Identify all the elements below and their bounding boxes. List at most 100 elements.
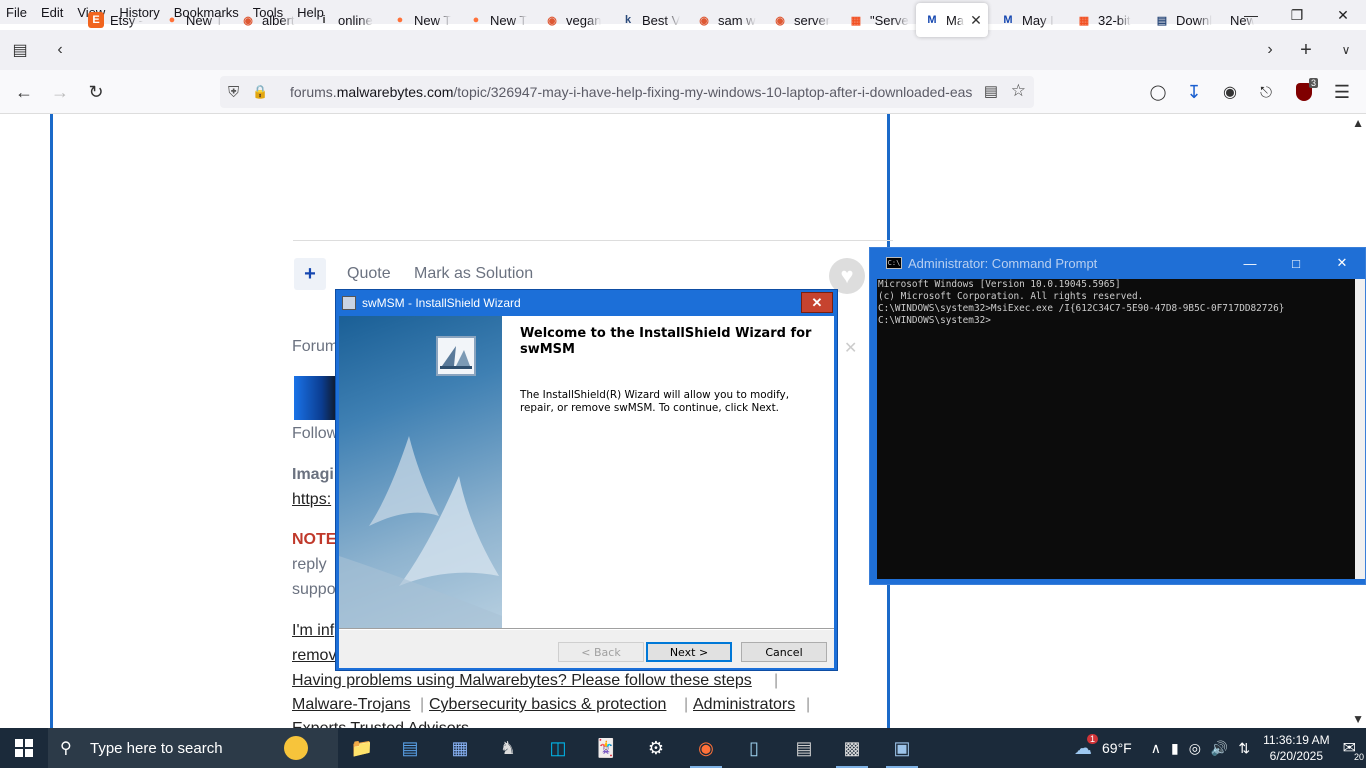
tab[interactable]: ● New T xyxy=(384,2,456,38)
reader-view-icon[interactable]: ▤ xyxy=(984,82,998,100)
windows-icon: ▦ xyxy=(850,14,862,27)
cybersecurity-basics-link[interactable]: Cybersecurity basics & protection xyxy=(429,696,666,714)
menu-edit[interactable]: Edit xyxy=(35,5,71,20)
tab[interactable]: ▦ "Serve xyxy=(840,2,912,38)
maximize-icon[interactable]: □ xyxy=(1273,248,1319,278)
tracking-protection-icon[interactable]: ⛨ xyxy=(228,84,248,101)
malware-trojans-link[interactable]: Malware-Trojans xyxy=(292,696,411,714)
document-icon[interactable]: ▤ xyxy=(780,728,828,768)
notifications-icon[interactable]: ✉ 20 xyxy=(1343,738,1364,762)
battery-icon[interactable]: ▮ xyxy=(1171,740,1179,757)
tab-label: Downl xyxy=(1176,12,1213,28)
list-all-tabs-icon[interactable]: ∨ xyxy=(1332,30,1360,70)
new-tab-icon[interactable]: + xyxy=(1292,30,1320,70)
tab[interactable]: ▤ Downl xyxy=(1146,2,1218,38)
close-icon[interactable]: ✕ xyxy=(1319,248,1365,278)
account-icon[interactable]: ◉ xyxy=(1214,76,1246,108)
scroll-tabs-left-icon[interactable]: ‹ xyxy=(48,30,72,70)
close-tab-icon[interactable]: ✕ xyxy=(970,12,982,29)
url-text[interactable]: forums.malwarebytes.com/topic/326947-may… xyxy=(290,84,980,100)
tab-list-icon[interactable]: ▤ xyxy=(6,30,34,70)
address-bar[interactable]: ⛨ 🔒 forums.malwarebytes.com/topic/326947… xyxy=(220,76,1034,108)
taskbar-search-box[interactable]: ⚲ Type here to search xyxy=(48,728,338,768)
tab[interactable]: ● New T xyxy=(460,2,532,38)
tab[interactable]: M May I xyxy=(992,2,1064,38)
tab[interactable]: k Best V xyxy=(612,2,684,38)
https-link[interactable]: https: xyxy=(292,491,331,509)
tab-label: 32-bit xyxy=(1098,12,1131,28)
firefox-icon: ● xyxy=(168,14,176,26)
plus-icon[interactable]: + xyxy=(294,258,326,290)
installer-taskbar-icon[interactable]: ▣ xyxy=(878,728,926,768)
extensions-icon[interactable]: ⎋ xyxy=(1250,76,1282,108)
tab[interactable]: ▦ 32-bit xyxy=(1068,2,1140,38)
tab[interactable]: M Ma ✕ xyxy=(916,3,988,37)
mark-as-solution-button[interactable]: Mark as Solution xyxy=(414,265,533,283)
minimize-icon[interactable]: — xyxy=(1227,248,1273,278)
scroll-tabs-right-icon[interactable]: › xyxy=(1258,30,1282,70)
close-icon[interactable]: ✕ xyxy=(801,292,833,313)
calculator-icon[interactable]: ▦ xyxy=(436,728,484,768)
weather-temperature[interactable]: 69°F xyxy=(1102,740,1132,756)
pocket-icon[interactable]: ◯ xyxy=(1142,76,1174,108)
tab[interactable]: New xyxy=(1222,2,1254,38)
cancel-button[interactable]: Cancel xyxy=(741,642,827,662)
lock-icon[interactable]: 🔒 xyxy=(252,84,272,100)
notepad-icon[interactable]: ▯ xyxy=(730,728,778,768)
firefox-icon: ● xyxy=(396,14,404,26)
clock[interactable]: 11:36:19 AM 6/20/2025 xyxy=(1263,732,1330,764)
tab[interactable]: ◉ server xyxy=(764,2,836,38)
weather-icon[interactable]: ☁ 1 xyxy=(1074,733,1098,759)
cards-icon[interactable]: 🃏 xyxy=(582,728,630,768)
settings-gear-icon[interactable]: ⚙ xyxy=(632,728,680,768)
date: 6/20/2025 xyxy=(1269,749,1324,763)
next-button[interactable]: Next > xyxy=(646,642,732,662)
quote-button[interactable]: Quote xyxy=(347,265,391,283)
tab[interactable]: E Etsy - xyxy=(80,2,152,38)
remov-link[interactable]: remov xyxy=(292,647,336,665)
network-icon[interactable]: ⇅ xyxy=(1238,740,1250,757)
wizard-title-bar[interactable]: swMSM - InstallShield Wizard ✕ xyxy=(336,290,837,316)
downloads-icon[interactable]: ↧ xyxy=(1178,76,1210,108)
tab[interactable]: i online xyxy=(308,2,380,38)
tab[interactable]: ◉ albert xyxy=(232,2,304,38)
scroll-up-icon[interactable]: ▲ xyxy=(1352,116,1364,130)
command-prompt-window[interactable]: C:\ Administrator: Command Prompt — □ ✕ … xyxy=(869,247,1366,585)
experts-link[interactable]: Experts Trusted Advisors xyxy=(292,720,469,728)
tab[interactable]: ● New T xyxy=(156,2,228,38)
administrators-link[interactable]: Administrators xyxy=(693,696,795,714)
duckduckgo-icon: ◉ xyxy=(699,14,709,27)
close-icon[interactable]: ✕ xyxy=(1320,0,1366,30)
back-button[interactable]: < Back xyxy=(558,642,644,662)
cmd-console[interactable]: Microsoft Windows [Version 10.0.19045.59… xyxy=(877,279,1357,579)
meet-now-icon[interactable]: ◎ xyxy=(1189,740,1201,757)
menu-file[interactable]: File xyxy=(0,5,35,20)
cmd-title-bar[interactable]: C:\ Administrator: Command Prompt — □ ✕ xyxy=(870,248,1365,278)
tab[interactable]: ◉ sam w xyxy=(688,2,760,38)
chess-icon[interactable]: ♞ xyxy=(484,728,532,768)
back-icon[interactable]: ← xyxy=(8,76,40,108)
close-icon[interactable]: ✕ xyxy=(844,338,857,358)
tab[interactable]: ◉ vegan xyxy=(536,2,608,38)
bookmark-star-icon[interactable]: ☆ xyxy=(1011,81,1026,101)
cmd-scrollbar[interactable] xyxy=(1355,279,1365,579)
store-icon[interactable]: ◫ xyxy=(534,728,582,768)
app-window-icon[interactable]: ▤ xyxy=(386,728,434,768)
scroll-down-icon[interactable]: ▼ xyxy=(1352,712,1364,726)
search-icon: ⚲ xyxy=(60,740,72,757)
tab-label: sam w xyxy=(718,12,756,28)
help-steps-link[interactable]: Having problems using Malwarebytes? Plea… xyxy=(292,672,752,690)
command-prompt-taskbar-icon[interactable]: ▩ xyxy=(828,728,876,768)
file-explorer-icon[interactable]: 📁 xyxy=(338,728,386,768)
forward-icon[interactable]: → xyxy=(44,76,76,108)
ublock-icon[interactable]: 3 xyxy=(1288,76,1320,108)
hamburger-menu-icon[interactable]: ☰ xyxy=(1326,76,1358,108)
firefox-taskbar-icon[interactable]: ◉ xyxy=(682,728,730,768)
installshield-dialog[interactable]: swMSM - InstallShield Wizard ✕ Welcome t… xyxy=(335,289,838,671)
im-inf-link[interactable]: I'm inf xyxy=(292,622,334,640)
restore-icon[interactable]: ❐ xyxy=(1274,0,1320,30)
volume-icon[interactable]: 🔊 xyxy=(1211,740,1228,757)
windows-start-icon[interactable] xyxy=(0,728,48,768)
reload-icon[interactable]: ↻ xyxy=(80,76,112,108)
chevron-up-icon[interactable]: ∧ xyxy=(1151,740,1161,757)
